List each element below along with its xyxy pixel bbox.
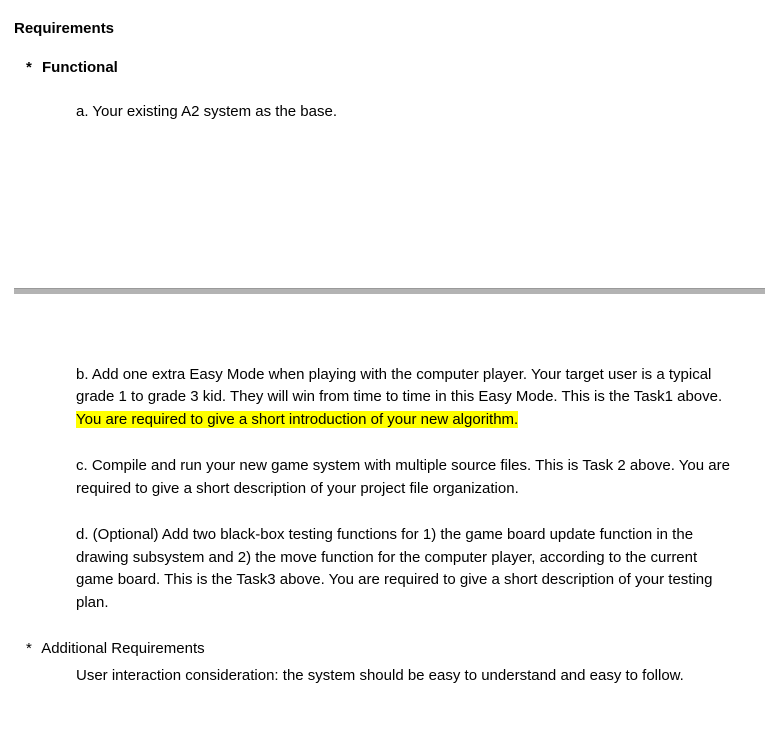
additional-label: Additional Requirements bbox=[41, 640, 204, 657]
item-b-text: b. Add one extra Easy Mode when playing … bbox=[76, 366, 722, 406]
page-divider bbox=[14, 288, 765, 294]
bullet-asterisk: * bbox=[26, 57, 32, 80]
functional-label: Functional bbox=[42, 59, 118, 76]
item-b-highlight: You are required to give a short introdu… bbox=[76, 411, 518, 428]
item-c: c. Compile and run your new game system … bbox=[76, 455, 735, 500]
item-d: d. (Optional) Add two black-box testing … bbox=[76, 524, 735, 614]
requirements-heading: Requirements bbox=[14, 18, 765, 41]
additional-text: User interaction consideration: the syst… bbox=[76, 665, 735, 688]
item-a: a. Your existing A2 system as the base. bbox=[76, 101, 765, 124]
document-page: Requirements * Functional a. Your existi… bbox=[0, 0, 779, 707]
item-b: b. Add one extra Easy Mode when playing … bbox=[76, 364, 735, 432]
functional-subheading: * Functional bbox=[26, 57, 765, 80]
bullet-asterisk: * bbox=[26, 638, 32, 661]
additional-subheading: * Additional Requirements bbox=[26, 638, 765, 661]
